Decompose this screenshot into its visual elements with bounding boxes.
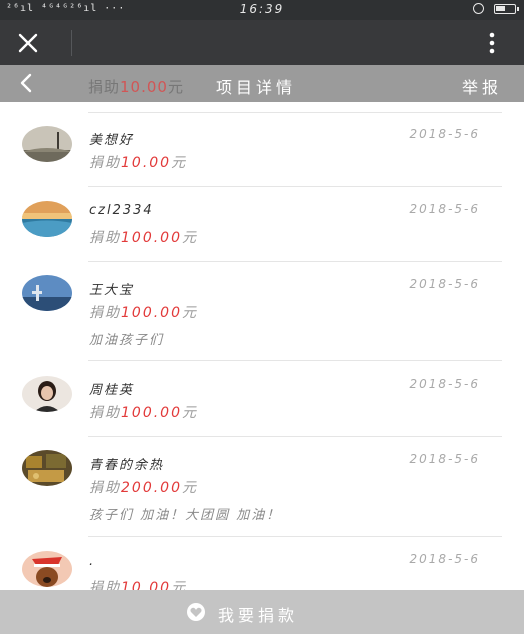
donation-amount: 捐助100.00元	[89, 230, 198, 246]
donation-amount: 捐助100.00元	[89, 305, 198, 321]
donation-amount: 捐助100.00元	[89, 405, 198, 421]
alarm-icon	[473, 3, 484, 14]
donor-name: 美想好	[89, 133, 135, 148]
donation-date: 2018-5-6	[409, 127, 480, 141]
divider	[88, 360, 502, 361]
donation-amount: 捐助10.00元	[89, 155, 188, 171]
page-header: 捐助10.00元 项目详情 举报	[0, 65, 524, 102]
status-bar: ²⁶ıl ⁴ᴳ⁴ᴳ²⁶ıl ··· 16:39	[0, 0, 524, 20]
donor-name: czl2334	[89, 203, 154, 218]
donation-amount: 捐助10.00元	[89, 580, 188, 590]
close-icon[interactable]	[14, 29, 58, 57]
donation-date: 2018-5-6	[409, 452, 480, 466]
divider	[88, 186, 502, 187]
avatar	[22, 275, 72, 311]
heart-icon	[187, 603, 205, 621]
divider	[88, 261, 502, 262]
donor-name: 青春的余热	[89, 458, 165, 473]
donor-name: 周桂英	[89, 383, 135, 398]
donate-button-label: 我要捐款	[218, 606, 299, 625]
donation-date: 2018-5-6	[409, 377, 480, 391]
divider	[88, 536, 502, 537]
donation-message: 加油孩子们	[89, 333, 165, 348]
donation-list: 美想好 2018-5-6 捐助10.00元 czl2334 2018-5-6 捐…	[0, 102, 524, 590]
avatar	[22, 201, 72, 237]
donor-name: .	[89, 554, 96, 569]
report-button[interactable]: 举报	[462, 74, 502, 98]
page-title: 项目详情	[216, 78, 297, 97]
donation-amount: 捐助200.00元	[89, 480, 198, 496]
avatar	[22, 551, 72, 587]
donation-date: 2018-5-6	[409, 277, 480, 291]
more-vertical-icon[interactable]	[486, 30, 498, 56]
back-arrow-icon[interactable]	[16, 72, 36, 94]
donate-button[interactable]: 我要捐款	[0, 590, 524, 634]
divider	[88, 112, 502, 113]
donor-name: 王大宝	[89, 283, 135, 298]
avatar	[22, 450, 72, 486]
browser-top-bar	[0, 20, 524, 65]
donation-date: 2018-5-6	[409, 202, 480, 216]
avatar	[22, 126, 72, 162]
toolbar-divider	[71, 30, 72, 56]
divider	[88, 436, 502, 437]
avatar	[22, 376, 72, 412]
donation-message: 孩子们 加油！大团圆 加油！	[89, 508, 282, 523]
battery-icon	[494, 3, 519, 14]
clock: 16:39	[239, 2, 285, 16]
scrolled-amount-text: 捐助10.00元	[88, 78, 184, 96]
donation-date: 2018-5-6	[409, 552, 480, 566]
